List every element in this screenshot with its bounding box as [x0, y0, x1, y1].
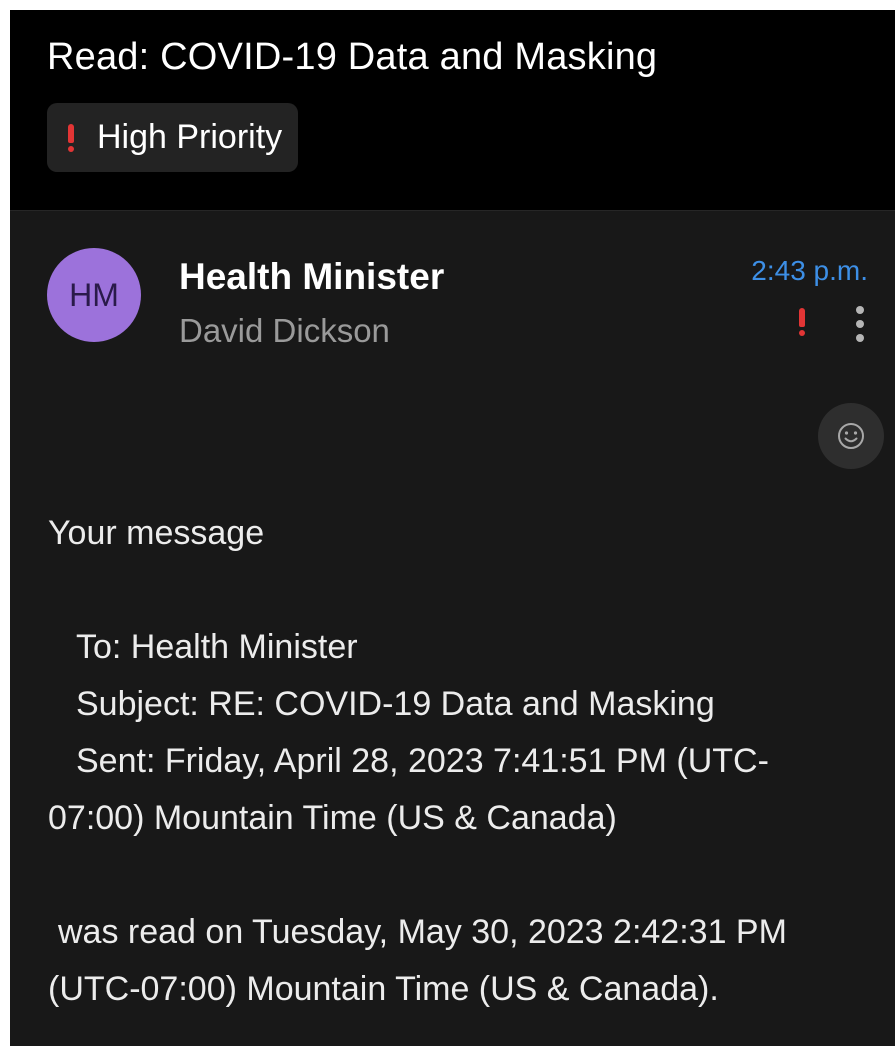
sender-name[interactable]: Health Minister: [179, 256, 444, 298]
body-intro: Your message: [48, 514, 265, 552]
original-to: To: Health Minister: [76, 628, 358, 666]
sender-secondary-name: David Dickson: [179, 312, 390, 349]
priority-badge: High Priority: [47, 103, 299, 172]
email-header: Read: COVID-19 Data and Masking High Pri…: [10, 10, 895, 211]
priority-label: High Priority: [97, 118, 283, 156]
email-body: Your message To: Health Minister Subject…: [48, 505, 868, 1018]
add-reaction-button[interactable]: [818, 403, 884, 469]
read-receipt-line-1: was read on Tuesday, May 30, 2023 2:42:3…: [58, 913, 787, 951]
received-time: 2:43 p.m.: [751, 255, 868, 286]
more-options-icon[interactable]: [853, 304, 867, 344]
exclamation-icon: [67, 123, 75, 152]
original-subject: Subject: RE: COVID-19 Data and Masking: [76, 685, 715, 723]
avatar[interactable]: HM: [47, 248, 141, 342]
high-priority-flag-icon: [798, 308, 806, 336]
email-subject: Read: COVID-19 Data and Masking: [47, 36, 658, 78]
email-view: Read: COVID-19 Data and Masking High Pri…: [10, 10, 895, 1046]
original-sent-line-1: Sent: Friday, April 28, 2023 7:41:51 PM …: [76, 742, 769, 780]
smiley-icon: [838, 423, 864, 449]
original-sent-line-2: 07:00) Mountain Time (US & Canada): [48, 799, 617, 837]
read-receipt-line-2: (UTC-07:00) Mountain Time (US & Canada).: [48, 970, 719, 1008]
